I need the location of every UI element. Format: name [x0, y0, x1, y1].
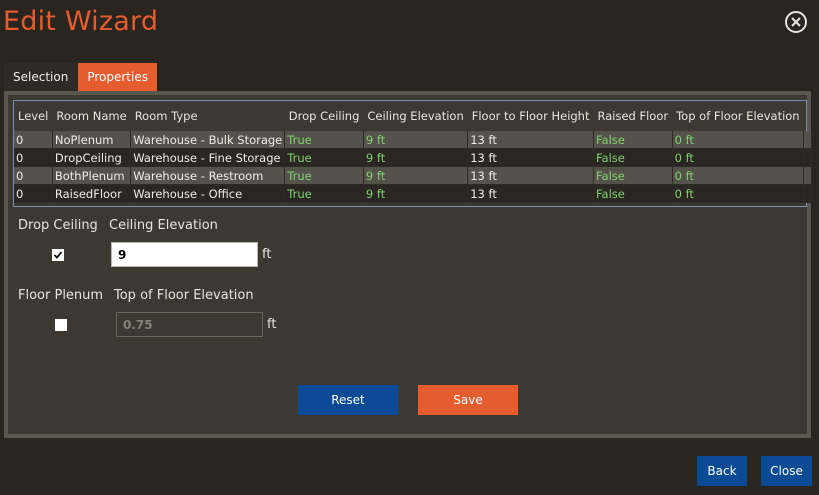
cell-level: 0 — [14, 184, 53, 203]
ceiling-elevation-unit: ft — [262, 247, 272, 262]
cell-raised-floor: False — [593, 166, 673, 185]
cell-floor-to-floor: 13 ft — [467, 148, 594, 167]
table-row[interactable]: 0 RaisedFloor Warehouse - Office True 9 … — [14, 184, 813, 203]
cell-top-floor-elevation: 0 ft — [672, 184, 805, 203]
cell-room-type: Warehouse - Restroom — [130, 166, 286, 185]
tab-selection[interactable]: Selection — [4, 63, 78, 91]
ceiling-elevation-label: Ceiling Elevation — [109, 218, 218, 233]
x-glyph — [791, 17, 801, 27]
back-button[interactable]: Back — [697, 456, 747, 486]
tab-properties[interactable]: Properties — [78, 63, 157, 91]
cell-raised-floor: False — [593, 131, 673, 149]
cell-top-floor-elevation: 0 ft — [672, 148, 805, 167]
column-header-room-type[interactable]: Room Type — [131, 101, 285, 131]
cell-spacer — [803, 166, 813, 185]
cell-room-type: Warehouse - Fine Storage — [130, 148, 286, 167]
table-row[interactable]: 0 NoPlenum Warehouse - Bulk Storage True… — [14, 131, 813, 149]
close-icon[interactable] — [785, 11, 807, 33]
cell-drop-ceiling: True — [284, 184, 364, 203]
column-header-level[interactable]: Level — [14, 101, 52, 131]
properties-panel: Level Room Name Room Type Drop Ceiling C… — [4, 91, 813, 438]
cell-room-type: Warehouse - Bulk Storage — [130, 131, 286, 149]
cell-top-floor-elevation: 0 ft — [672, 131, 805, 149]
checkmark-icon — [53, 251, 63, 259]
column-header-floor-to-floor[interactable]: Floor to Floor Height — [468, 101, 594, 131]
cell-room-name: NoPlenum — [52, 131, 132, 149]
column-header-room-name[interactable]: Room Name — [52, 101, 130, 131]
floor-plenum-checkbox[interactable] — [55, 319, 67, 331]
cell-level: 0 — [14, 166, 53, 185]
cell-level: 0 — [14, 131, 53, 149]
column-header-spacer — [804, 101, 812, 131]
cell-floor-to-floor: 13 ft — [467, 131, 594, 149]
cell-ceiling-elevation: 9 ft — [363, 148, 469, 167]
cell-floor-to-floor: 13 ft — [467, 166, 594, 185]
cell-spacer — [803, 148, 813, 167]
cell-room-name: RaisedFloor — [52, 184, 132, 203]
cell-ceiling-elevation: 9 ft — [363, 166, 469, 185]
cell-floor-to-floor: 13 ft — [467, 184, 594, 203]
cell-spacer — [803, 131, 813, 149]
cell-ceiling-elevation: 9 ft — [363, 184, 469, 203]
cell-raised-floor: False — [593, 148, 673, 167]
top-floor-elevation-unit: ft — [267, 317, 277, 332]
close-button[interactable]: Close — [761, 456, 812, 486]
wizard-title: Edit Wizard — [3, 6, 159, 37]
table-row[interactable]: 0 BothPlenum Warehouse - Restroom True 9… — [14, 166, 813, 185]
cell-spacer — [803, 184, 813, 203]
column-header-ceiling-elevation[interactable]: Ceiling Elevation — [363, 101, 467, 131]
rooms-table: Level Room Name Room Type Drop Ceiling C… — [14, 101, 813, 203]
table-row[interactable]: 0 DropCeiling Warehouse - Fine Storage T… — [14, 148, 813, 167]
cell-drop-ceiling: True — [284, 166, 364, 185]
cell-top-floor-elevation: 0 ft — [672, 166, 805, 185]
top-floor-elevation-input — [116, 312, 263, 337]
cell-room-name: DropCeiling — [52, 148, 132, 167]
cell-level: 0 — [14, 148, 53, 167]
save-button[interactable]: Save — [418, 385, 518, 415]
cell-drop-ceiling: True — [284, 131, 364, 149]
cell-drop-ceiling: True — [284, 148, 364, 167]
column-header-top-floor-elevation[interactable]: Top of Floor Elevation — [672, 101, 804, 131]
cell-room-name: BothPlenum — [52, 166, 132, 185]
column-header-drop-ceiling[interactable]: Drop Ceiling — [285, 101, 364, 131]
tab-bar: Selection Properties — [4, 63, 157, 91]
rooms-grid: Level Room Name Room Type Drop Ceiling C… — [13, 100, 813, 207]
column-header-raised-floor[interactable]: Raised Floor — [593, 101, 672, 131]
drop-ceiling-label: Drop Ceiling — [18, 218, 98, 233]
cell-ceiling-elevation: 9 ft — [363, 131, 469, 149]
reset-button[interactable]: Reset — [298, 385, 398, 415]
cell-raised-floor: False — [593, 184, 673, 203]
table-header-row: Level Room Name Room Type Drop Ceiling C… — [14, 101, 812, 131]
top-floor-elevation-label: Top of Floor Elevation — [114, 288, 254, 303]
drop-ceiling-checkbox[interactable] — [52, 249, 64, 261]
ceiling-elevation-input[interactable] — [111, 242, 258, 267]
cell-room-type: Warehouse - Office — [130, 184, 286, 203]
floor-plenum-label: Floor Plenum — [18, 288, 104, 303]
